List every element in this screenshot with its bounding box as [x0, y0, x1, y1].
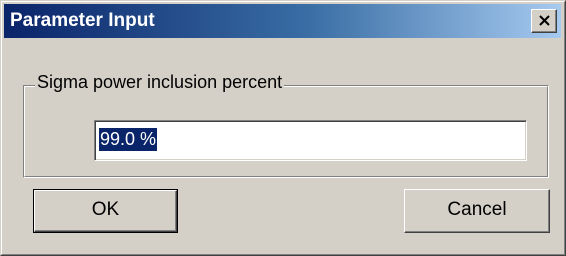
close-icon	[539, 15, 550, 26]
group-legend: Sigma power inclusion percent	[35, 72, 285, 93]
title-bar[interactable]: Parameter Input	[4, 4, 561, 38]
parameter-input-dialog: Parameter Input Sigma power inclusion pe…	[0, 0, 566, 256]
cancel-button-label: Cancel	[447, 199, 507, 220]
cancel-button[interactable]: Cancel	[404, 189, 550, 233]
sigma-percent-input[interactable]: 99.0 %	[94, 120, 527, 161]
close-button[interactable]	[531, 9, 557, 33]
window-title: Parameter Input	[10, 10, 155, 31]
ok-button-label: OK	[91, 199, 120, 220]
selected-input-text: 99.0 %	[97, 127, 159, 152]
ok-button[interactable]: OK	[33, 189, 178, 233]
